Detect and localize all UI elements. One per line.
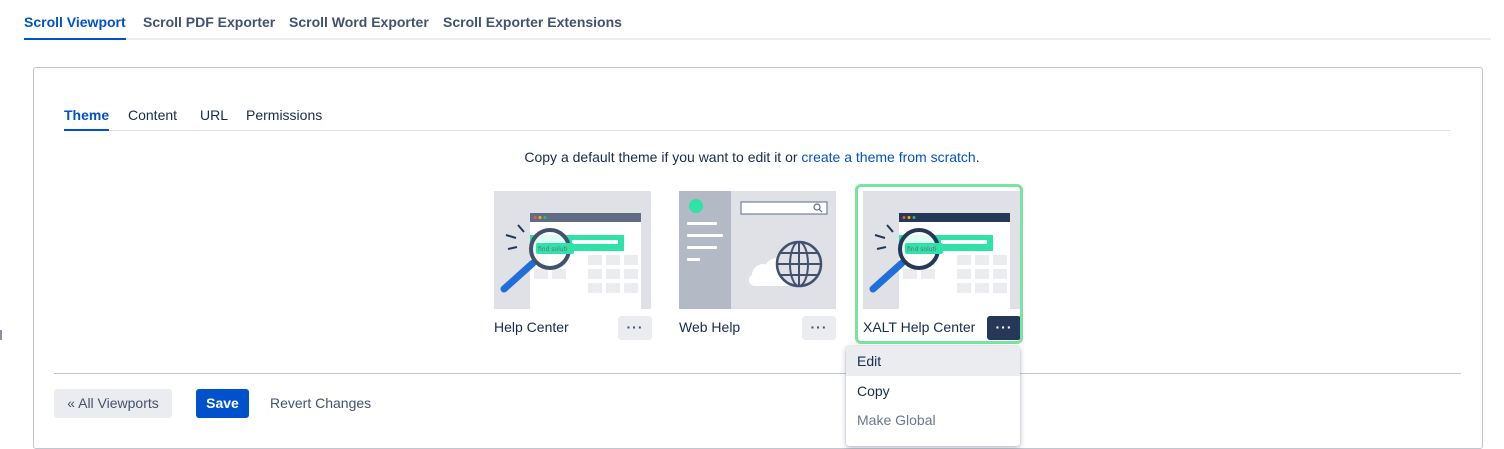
theme-name-help-center: Help Center xyxy=(494,319,569,335)
menu-item-edit[interactable]: Edit xyxy=(846,346,1020,376)
settings-tabs: Theme Content URL Permissions xyxy=(64,104,1451,131)
web-help-thumbnail[interactable] xyxy=(679,191,836,309)
edge-marker xyxy=(0,330,2,340)
search-placeholder: find soluti xyxy=(538,246,568,253)
intro-period: . xyxy=(975,149,980,165)
tab-permissions[interactable]: Permissions xyxy=(246,107,322,130)
tab-theme[interactable]: Theme xyxy=(64,107,110,131)
tab-content[interactable]: Content xyxy=(128,107,177,130)
all-viewports-button[interactable]: « All Viewports xyxy=(54,389,172,418)
tab-scroll-exporter-extensions[interactable]: Scroll Exporter Extensions xyxy=(443,14,622,38)
tab-scroll-word-exporter[interactable]: Scroll Word Exporter xyxy=(289,14,429,38)
theme-name-web-help: Web Help xyxy=(679,319,741,335)
tab-scroll-pdf-exporter[interactable]: Scroll PDF Exporter xyxy=(143,14,275,38)
intro-text: Copy a default theme if you want to edit… xyxy=(524,149,802,165)
footer-divider xyxy=(54,373,1461,374)
create-theme-link[interactable]: create a theme from scratch xyxy=(801,149,975,165)
more-actions-button[interactable]: ··· xyxy=(618,316,652,340)
save-button[interactable]: Save xyxy=(196,389,249,418)
menu-item-make-global[interactable]: Make Global xyxy=(846,405,1020,435)
tab-url[interactable]: URL xyxy=(200,107,228,130)
product-tabs: Scroll Viewport Scroll PDF Exporter Scro… xyxy=(24,0,1491,40)
theme-actions-menu: Edit Copy Make Global xyxy=(846,346,1020,446)
selected-theme-highlight xyxy=(855,184,1023,344)
more-actions-button[interactable]: ··· xyxy=(802,316,836,340)
tab-scroll-viewport[interactable]: Scroll Viewport xyxy=(24,14,126,40)
revert-changes-button[interactable]: Revert Changes xyxy=(270,389,371,418)
help-center-thumbnail[interactable]: find soluti xyxy=(494,191,651,309)
theme-intro-text: Copy a default theme if you want to edit… xyxy=(0,149,1504,165)
menu-item-copy[interactable]: Copy xyxy=(846,376,1020,406)
